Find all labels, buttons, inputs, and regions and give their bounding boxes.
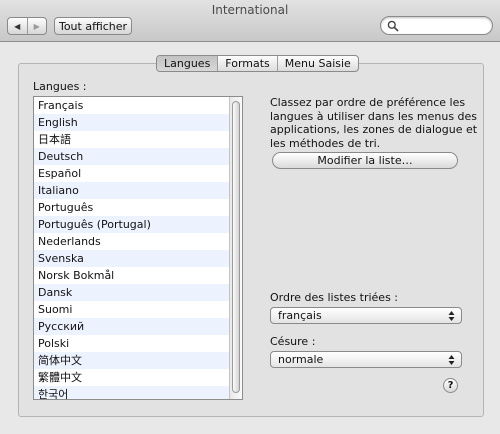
tab-langues[interactable]: Langues: [157, 56, 218, 71]
back-arrow-icon: ◀: [14, 21, 21, 31]
list-item[interactable]: 繁體中文: [34, 369, 242, 386]
list-item[interactable]: 日本語: [34, 131, 242, 148]
forward-arrow-icon: ▶: [33, 21, 40, 31]
languages-description: Classez par ordre de préférence les lang…: [270, 96, 478, 150]
languages-list[interactable]: Français English 日本語 Deutsch Español Ita…: [33, 96, 243, 400]
search-input[interactable]: [402, 19, 488, 32]
tab-menu-saisie[interactable]: Menu Saisie: [276, 56, 358, 71]
list-item[interactable]: Italiano: [34, 182, 242, 199]
search-field[interactable]: [380, 16, 493, 35]
list-item[interactable]: Português: [34, 199, 242, 216]
sort-order-value: français: [278, 309, 322, 322]
tab-bar: Langues Formats Menu Saisie: [156, 55, 359, 72]
list-item[interactable]: Suomi: [34, 301, 242, 318]
show-all-button[interactable]: Tout afficher: [54, 17, 132, 35]
tab-formats[interactable]: Formats: [217, 56, 277, 71]
list-item[interactable]: Español: [34, 165, 242, 182]
languages-label: Langues :: [33, 80, 87, 93]
vertical-scrollbar[interactable]: [229, 97, 242, 399]
help-icon: ?: [447, 380, 454, 391]
scrollbar-thumb[interactable]: [232, 101, 240, 393]
edit-list-button[interactable]: Modifier la liste…: [272, 152, 458, 169]
popup-arrows-icon: [448, 311, 455, 321]
list-item[interactable]: English: [34, 114, 242, 131]
toolbar: International ◀ ▶ Tout afficher: [0, 0, 500, 42]
sort-order-popup[interactable]: français: [270, 307, 462, 324]
search-icon: [387, 20, 399, 32]
list-item[interactable]: Norsk Bokmål: [34, 267, 242, 284]
list-item[interactable]: Svenska: [34, 250, 242, 267]
list-item[interactable]: Português (Portugal): [34, 216, 242, 233]
list-item[interactable]: 한국어: [34, 386, 242, 399]
back-forward-control: ◀ ▶: [7, 17, 47, 35]
list-item[interactable]: 简体中文: [34, 352, 242, 369]
hyphenation-popup[interactable]: normale: [270, 351, 462, 368]
list-item[interactable]: Dansk: [34, 284, 242, 301]
list-item[interactable]: Русский: [34, 318, 242, 335]
list-item[interactable]: Nederlands: [34, 233, 242, 250]
sort-order-label: Ordre des listes triées :: [270, 291, 399, 304]
back-button[interactable]: ◀: [8, 18, 27, 34]
popup-arrows-icon: [448, 355, 455, 365]
list-item[interactable]: Deutsch: [34, 148, 242, 165]
window-title: International: [211, 3, 289, 17]
forward-button[interactable]: ▶: [26, 18, 47, 34]
hyphenation-label: Césure :: [270, 335, 316, 348]
hyphenation-value: normale: [278, 353, 324, 366]
help-button[interactable]: ?: [443, 378, 458, 393]
list-item[interactable]: Français: [34, 97, 242, 114]
list-item[interactable]: Polski: [34, 335, 242, 352]
